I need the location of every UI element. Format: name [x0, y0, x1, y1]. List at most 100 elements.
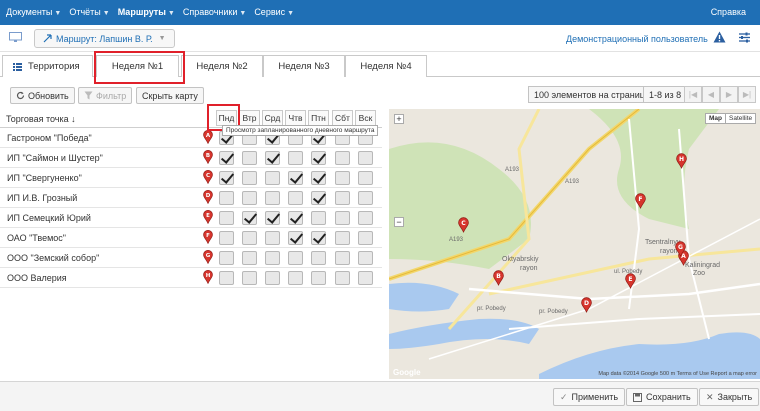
day-checkbox[interactable]	[358, 231, 373, 245]
column-header-mon[interactable]: Пнд	[216, 110, 237, 126]
day-checkbox[interactable]	[219, 211, 234, 225]
zoom-out-button[interactable]: −	[394, 217, 404, 227]
menu-routes[interactable]: Маршруты ▼	[118, 7, 175, 17]
map-marker[interactable]: D	[581, 297, 592, 315]
day-checkbox[interactable]	[265, 151, 280, 165]
day-checkbox[interactable]	[288, 151, 303, 165]
day-checkbox[interactable]	[219, 251, 234, 265]
column-header-fri[interactable]: Птн	[308, 110, 329, 126]
day-checkbox[interactable]	[311, 231, 326, 245]
map-type-map[interactable]: Map	[705, 113, 726, 124]
day-checkbox[interactable]	[242, 251, 257, 265]
day-checkbox[interactable]	[311, 191, 326, 205]
column-header-sun[interactable]: Вск	[355, 110, 376, 126]
menu-documents[interactable]: Документы ▼	[6, 7, 61, 17]
table-row[interactable]: ООО "Земский собор" G	[0, 248, 382, 268]
day-checkbox[interactable]	[335, 271, 350, 285]
map-canvas[interactable]	[389, 109, 760, 379]
day-checkbox[interactable]	[335, 251, 350, 265]
day-checkbox[interactable]	[265, 271, 280, 285]
map-marker[interactable]: E	[625, 273, 636, 291]
last-page-icon[interactable]: ▶|	[738, 86, 756, 103]
day-checkbox[interactable]	[288, 271, 303, 285]
day-checkbox[interactable]	[219, 171, 234, 185]
sliders-settings-icon[interactable]	[738, 31, 751, 46]
monitor-icon[interactable]	[9, 32, 22, 45]
table-row[interactable]: ИП "Свергуненко" C	[0, 168, 382, 188]
day-checkbox[interactable]	[358, 151, 373, 165]
day-checkbox[interactable]	[265, 251, 280, 265]
day-checkbox[interactable]	[288, 211, 303, 225]
day-checkbox[interactable]	[311, 251, 326, 265]
hide-map-button[interactable]: Скрыть карту	[136, 87, 204, 104]
map-marker[interactable]: G	[675, 241, 686, 259]
column-header-outlet[interactable]: Торговая точка ↓	[6, 114, 76, 124]
menu-service[interactable]: Сервис ▼	[254, 7, 294, 17]
day-checkbox[interactable]	[242, 171, 257, 185]
column-header-tue[interactable]: Втр	[239, 110, 260, 126]
tab-territory[interactable]: Территория	[2, 55, 93, 77]
prev-page-icon[interactable]: ◀	[702, 86, 720, 103]
column-header-sat[interactable]: Сбт	[332, 110, 353, 126]
refresh-button[interactable]: Обновить	[10, 87, 75, 104]
table-row[interactable]: ОАО "Твемос" F	[0, 228, 382, 248]
table-row[interactable]: ИП И.В. Грозный D	[0, 188, 382, 208]
day-checkbox[interactable]	[335, 211, 350, 225]
day-checkbox[interactable]	[335, 151, 350, 165]
zoom-in-button[interactable]: +	[394, 114, 404, 124]
column-header-wed[interactable]: Срд	[262, 110, 283, 126]
page-size-selector[interactable]: 100 элементов на странице	[528, 86, 656, 103]
day-checkbox[interactable]	[288, 191, 303, 205]
day-checkbox[interactable]	[335, 231, 350, 245]
menu-reports[interactable]: Отчёты ▼	[69, 7, 109, 17]
day-checkbox[interactable]	[265, 231, 280, 245]
day-checkbox[interactable]	[311, 151, 326, 165]
tab-week-2[interactable]: Неделя №2	[181, 55, 263, 77]
day-checkbox[interactable]	[358, 251, 373, 265]
day-checkbox[interactable]	[242, 271, 257, 285]
day-checkbox[interactable]	[219, 151, 234, 165]
day-checkbox[interactable]	[242, 211, 257, 225]
save-button[interactable]: Сохранить	[626, 388, 698, 406]
map-marker[interactable]: C	[458, 217, 469, 235]
route-map[interactable]: Oktyabrskiy rayon Tsentralnyy rayon Kali…	[389, 109, 760, 379]
day-checkbox[interactable]	[219, 231, 234, 245]
help-link[interactable]: Справка	[711, 7, 746, 17]
day-checkbox[interactable]	[335, 171, 350, 185]
day-checkbox[interactable]	[288, 251, 303, 265]
day-checkbox[interactable]	[311, 211, 326, 225]
tab-week-1[interactable]: Неделя №1	[96, 55, 179, 77]
day-checkbox[interactable]	[358, 191, 373, 205]
day-checkbox[interactable]	[242, 191, 257, 205]
close-button[interactable]: ✕ Закрыть	[699, 388, 760, 406]
warning-icon[interactable]	[713, 31, 726, 45]
map-marker[interactable]: H	[676, 153, 687, 171]
route-selector[interactable]: Маршрут: Лапшин В. Р. ▼	[34, 29, 175, 48]
day-checkbox[interactable]	[358, 211, 373, 225]
first-page-icon[interactable]: |◀	[684, 86, 702, 103]
current-user-link[interactable]: Демонстрационный пользователь	[566, 34, 708, 44]
filter-button[interactable]: Фильтр	[78, 87, 133, 104]
tab-week-3[interactable]: Неделя №3	[263, 55, 345, 77]
map-marker[interactable]: F	[635, 193, 646, 211]
column-header-thu[interactable]: Чтв	[285, 110, 306, 126]
tab-week-4[interactable]: Неделя №4	[345, 55, 427, 77]
apply-button[interactable]: ✓ Применить	[553, 388, 626, 406]
day-checkbox[interactable]	[288, 231, 303, 245]
day-checkbox[interactable]	[358, 271, 373, 285]
day-checkbox[interactable]	[311, 171, 326, 185]
map-type-satellite[interactable]: Satellite	[725, 113, 757, 124]
map-marker[interactable]: B	[493, 270, 504, 288]
day-checkbox[interactable]	[265, 211, 280, 225]
day-checkbox[interactable]	[219, 191, 234, 205]
day-checkbox[interactable]	[288, 171, 303, 185]
day-checkbox[interactable]	[219, 271, 234, 285]
day-checkbox[interactable]	[265, 191, 280, 205]
day-checkbox[interactable]	[265, 171, 280, 185]
day-checkbox[interactable]	[311, 271, 326, 285]
table-row[interactable]: ИП Семецкий Юрий E	[0, 208, 382, 228]
day-checkbox[interactable]	[242, 151, 257, 165]
next-page-icon[interactable]: ▶	[720, 86, 738, 103]
menu-directories[interactable]: Справочники ▼	[183, 7, 246, 17]
table-row[interactable]: ООО Валерия H	[0, 268, 382, 288]
